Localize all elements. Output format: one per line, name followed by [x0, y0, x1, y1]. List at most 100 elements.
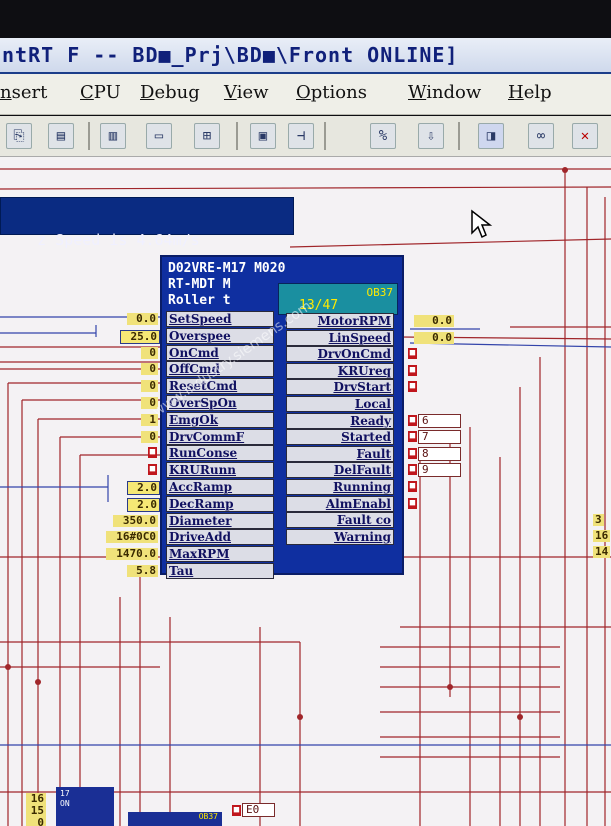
step-icon[interactable]: ⊣ [288, 123, 314, 149]
bottom-block-line: 17 [60, 789, 70, 798]
chart-icon[interactable]: % [370, 123, 396, 149]
input-pin[interactable]: Tau [166, 563, 274, 579]
input-value[interactable]: 0.0 [127, 313, 158, 325]
paste-icon[interactable]: ▤ [48, 123, 74, 149]
output-pin[interactable]: Local [286, 396, 394, 412]
red-connection-marker: ■ [408, 381, 417, 393]
output-pin[interactable]: LinSpeed [286, 329, 394, 346]
bottom-function-block[interactable]: 17 ON [56, 787, 114, 826]
toolbar-separator [88, 122, 90, 150]
input-pin[interactable]: EmgOk [166, 411, 274, 428]
red-connection-marker: ■ [408, 364, 417, 376]
input-value[interactable]: 2.0 [127, 497, 160, 512]
window-title: ntRT F -- BD■_Prj\BD■\Front ONLINE] [2, 43, 459, 67]
cfc-chart-area[interactable]: z Speed is 4.64m/s D02VRE-M17 M020 RT-MD… [0, 157, 611, 826]
monitor-icon[interactable]: ▣ [250, 123, 276, 149]
status-message-text: z Speed is 4.64m/s [37, 231, 200, 249]
red-connection-marker: ■ [408, 447, 417, 459]
block-type: RT-MDT M [168, 277, 231, 292]
toolbar-separator [236, 122, 238, 150]
menu-options[interactable]: Options [296, 82, 367, 103]
input-value[interactable]: 1470.0 [106, 548, 158, 561]
disconnect-icon[interactable]: ✕ [572, 123, 598, 149]
output-pin[interactable]: Running [286, 479, 394, 495]
red-connection-marker: ■ [408, 414, 417, 426]
output-connection-ref[interactable]: 6 [418, 413, 461, 428]
output-connection-ref[interactable]: 8 [418, 446, 461, 461]
menu-insert[interactable]: nsert [0, 82, 47, 103]
menu-cpu[interactable]: CPU [80, 82, 121, 103]
output-pin[interactable]: Fault co [286, 512, 394, 529]
input-pin[interactable]: SetSpeed [166, 311, 274, 327]
output-pin[interactable]: Warning [286, 528, 394, 545]
red-connection-marker: ■ [408, 481, 417, 492]
toolbar: ⎘ ▤ ▥ ▭ ⊞ ▣ ⊣ % ⇩ ◨ ∞ ✕ [0, 116, 611, 157]
output-pin[interactable]: Ready [286, 412, 394, 429]
input-value[interactable]: 16#0C0 [106, 531, 158, 544]
bottom-left-value: 0 [26, 817, 46, 826]
output-value[interactable]: 0.0 [414, 315, 454, 327]
output-connection-ref[interactable]: 7 [418, 430, 461, 445]
bottom-block-ob: OB37 [128, 812, 222, 826]
output-value[interactable]: 0.0 [414, 331, 454, 344]
toolbar-separator [324, 122, 326, 150]
red-connection-marker: ■ [232, 805, 241, 816]
output-pin[interactable]: KRUreq [286, 362, 394, 379]
input-value[interactable]: 0 [141, 346, 158, 359]
red-connection-marker: ■ [408, 431, 417, 443]
input-pin[interactable]: RunConse [166, 445, 274, 462]
red-connection-marker: ■ [408, 348, 417, 360]
input-pin[interactable]: MaxRPM [166, 546, 274, 563]
library-icon[interactable]: ▥ [100, 123, 126, 149]
output-pin[interactable]: Fault [286, 445, 394, 462]
input-pin[interactable]: KRURunn [166, 462, 274, 479]
input-pin[interactable]: DecRamp [166, 495, 274, 512]
bottom-block-line: ON [60, 799, 70, 808]
input-pin[interactable]: DrvCommF [166, 428, 274, 445]
block-comment: Roller t [168, 293, 231, 308]
input-value[interactable]: 0 [141, 380, 158, 393]
select-icon[interactable]: ◨ [478, 123, 504, 149]
toolbar-separator [458, 122, 460, 150]
menu-help[interactable]: Help [508, 82, 552, 103]
red-connection-marker: ■ [148, 447, 157, 459]
output-connection-ref[interactable]: 9 [418, 463, 461, 478]
input-value[interactable]: 0 [141, 430, 158, 443]
input-value[interactable]: 5.8 [127, 565, 158, 577]
tree-icon[interactable]: ⊞ [194, 123, 220, 149]
input-pin[interactable]: Diameter [166, 512, 274, 529]
right-edge-value: 3 [593, 513, 604, 526]
ob-name: OB37 [366, 286, 394, 299]
watch-icon[interactable]: ∞ [528, 123, 554, 149]
red-connection-marker: ■ [148, 464, 157, 476]
status-message: z Speed is 4.64m/s [0, 197, 294, 249]
block-header: D02VRE-M17 M020 RT-MDT M Roller t [168, 261, 285, 309]
red-connection-marker: ■ [408, 464, 417, 476]
right-edge-value: 14 [593, 545, 611, 558]
download-icon[interactable]: ⇩ [418, 123, 444, 149]
menu-bar: nsert CPU Debug View Options Window Help [0, 74, 611, 115]
menu-view[interactable]: View [224, 82, 269, 103]
mouse-pointer-icon [471, 209, 493, 239]
menu-window[interactable]: Window [408, 82, 481, 103]
input-value[interactable]: 0 [141, 363, 158, 376]
output-pin[interactable]: Started [286, 429, 394, 446]
output-pin[interactable]: AlmEnabl [286, 495, 394, 512]
copy-icon[interactable]: ⎘ [6, 123, 32, 149]
block-name: D02VRE-M17 M020 [168, 261, 286, 276]
red-connection-marker: ■ [408, 497, 417, 509]
menu-debug[interactable]: Debug [140, 82, 200, 103]
input-value[interactable]: 350.0 [113, 514, 158, 527]
output-pin[interactable]: DrvOnCmd [286, 346, 394, 363]
input-pin[interactable]: DriveAdd [166, 529, 274, 546]
output-pin[interactable]: DelFault [286, 462, 394, 479]
input-pin[interactable]: AccRamp [166, 479, 274, 495]
input-value[interactable]: 25.0 [120, 329, 160, 344]
input-value[interactable]: 2.0 [127, 481, 160, 495]
output-pin[interactable]: DrvStart [286, 379, 394, 396]
block-icon[interactable]: ▭ [146, 123, 172, 149]
right-edge-value: 16 [593, 529, 611, 542]
bottom-block-ob-name: OB37 [198, 812, 218, 821]
bottom-right-mark: E0 [242, 803, 275, 817]
window-title-bar: ntRT F -- BD■_Prj\BD■\Front ONLINE] [0, 38, 611, 74]
